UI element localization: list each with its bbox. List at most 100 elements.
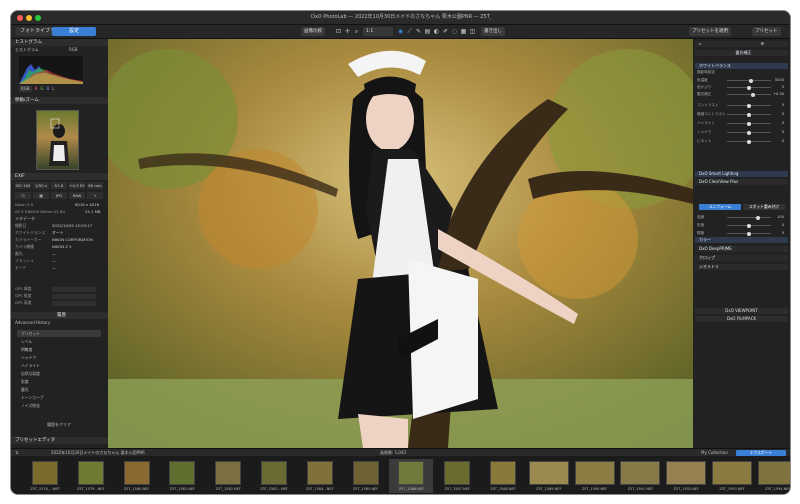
slider-knob[interactable]: [747, 112, 751, 117]
crop-icon[interactable]: ⊡: [335, 28, 342, 35]
smart-lighting-spot-button[interactable]: スポット重み付け: [743, 204, 785, 210]
minimize-window-button[interactable]: [26, 15, 32, 21]
history-item[interactable]: ノイズ除去: [17, 402, 101, 409]
filmstrip-thumbnail[interactable]: Z5T_1592.NEF: [664, 459, 708, 493]
slider-row[interactable]: 強度 100: [697, 215, 786, 220]
history-item[interactable]: レベル: [17, 338, 101, 345]
smart-lighting-uniform-button[interactable]: ユニフォーム: [699, 204, 741, 210]
history-item[interactable]: 自然な彩度: [17, 370, 101, 377]
lasso-icon[interactable]: ◌: [451, 28, 458, 35]
presets-button[interactable]: プリセット: [752, 27, 781, 36]
slider-row[interactable]: ビネット 0: [697, 139, 786, 144]
section-crop[interactable]: クロップ: [695, 255, 788, 261]
clear-history-button[interactable]: 履歴をクリア: [47, 422, 71, 428]
search-icon[interactable]: ⌕: [699, 41, 701, 46]
slider-knob[interactable]: [747, 121, 751, 126]
filmstrip-thumbnail[interactable]: Z5T_1579...NEF: [69, 459, 113, 493]
section-white-balance[interactable]: ホワイトバランス: [695, 63, 788, 69]
move-icon[interactable]: ✛: [344, 28, 351, 35]
channel-g-button[interactable]: G: [40, 86, 43, 92]
history-item[interactable]: 明瞭度: [17, 346, 101, 353]
filmpack-header[interactable]: DxO FILMPACK: [695, 316, 788, 322]
navigator-thumbnail[interactable]: [36, 110, 79, 170]
filmstrip-thumbnail[interactable]: Z5T_1583...NEF: [252, 459, 296, 493]
apply-preset-button[interactable]: プリセットを適用: [689, 27, 731, 36]
history-header[interactable]: 履歴: [11, 312, 108, 319]
slider-track[interactable]: [727, 215, 771, 220]
mask-icon[interactable]: ◐: [433, 28, 440, 35]
slider-track[interactable]: [727, 78, 771, 83]
filmstrip-thumbnail[interactable]: Z5T_1590.NEF: [573, 459, 617, 493]
zoom-icon[interactable]: ⌕: [353, 28, 360, 35]
slider-row[interactable]: 露光補正 +0.30: [697, 92, 786, 97]
slider-knob[interactable]: [747, 103, 751, 108]
channel-rgb-button[interactable]: RGB: [19, 86, 32, 92]
history-item[interactable]: 彩度: [17, 378, 101, 385]
filmstrip-thumbnail[interactable]: Z5T_1585.NEF: [344, 459, 388, 493]
filmstrip-thumbnail[interactable]: Z5T_1593.NEF: [710, 459, 754, 493]
filmstrip-thumbnail[interactable]: Z5T_1578_...NEF: [23, 459, 67, 493]
slider-knob[interactable]: [747, 130, 751, 135]
section-deepprime[interactable]: DxO DeepPRIME: [695, 246, 788, 252]
grid-icon[interactable]: ▦: [460, 28, 467, 35]
channel-b-button[interactable]: B: [47, 86, 50, 92]
slider-track[interactable]: [727, 103, 771, 108]
filmstrip-thumbnail[interactable]: Z5T_1587.NEF: [435, 459, 479, 493]
brush-icon[interactable]: ✎: [415, 28, 422, 35]
slider-knob[interactable]: [755, 215, 760, 220]
filmstrip-thumbnail[interactable]: Z5T_1588.NEF: [481, 459, 525, 493]
straighten-icon[interactable]: ⟋: [406, 28, 413, 35]
filmstrip-thumbnail[interactable]: Z5T_1594.NEF: [756, 459, 790, 493]
slider-row[interactable]: 微細コントラスト 0: [697, 112, 786, 117]
filmstrip-thumbnail[interactable]: Z5T_1591.NEF: [618, 459, 662, 493]
slider-knob[interactable]: [747, 139, 751, 144]
zoom-window-button[interactable]: [35, 15, 41, 21]
filmstrip-thumbnail[interactable]: Z5T_1584...NEF: [298, 459, 342, 493]
filmstrip-thumbnail[interactable]: Z5T_1586.NEF: [389, 459, 434, 493]
exif-header[interactable]: EXIF: [11, 173, 108, 180]
repair-icon[interactable]: ◉: [397, 28, 404, 35]
main-photo-viewer[interactable]: [108, 39, 693, 448]
preset-editor-header[interactable]: プリセットエディタ: [11, 437, 108, 444]
section-smart-lighting[interactable]: DxO Smart Lighting: [695, 171, 788, 177]
slider-track[interactable]: [727, 121, 771, 126]
slider-track[interactable]: [727, 112, 771, 117]
slider-row[interactable]: 彩度 0: [697, 223, 786, 228]
slider-row[interactable]: 色温度 5200: [697, 78, 786, 83]
slider-row[interactable]: コントラスト 0: [697, 103, 786, 108]
slider-row[interactable]: シャドウ 0: [697, 130, 786, 135]
export-button[interactable]: 書き出し: [481, 27, 505, 36]
wb-preset-row[interactable]: 撮影時設定: [697, 70, 786, 75]
slider-knob[interactable]: [749, 78, 754, 83]
slider-track[interactable]: [727, 223, 771, 228]
history-item[interactable]: ハイライト: [17, 362, 101, 369]
filmstrip-thumbnail[interactable]: Z5T_1589.NEF: [527, 459, 571, 493]
gradient-icon[interactable]: ▤: [424, 28, 431, 35]
history-item[interactable]: 露光: [17, 386, 101, 393]
slider-row[interactable]: 色かぶり 0: [697, 85, 786, 90]
histogram-header[interactable]: ヒストグラム: [11, 39, 108, 46]
zoom-select[interactable]: 1:1: [363, 27, 393, 36]
overlay-icon[interactable]: ◫: [469, 28, 476, 35]
slider-track[interactable]: [727, 85, 771, 90]
section-geometry[interactable]: ジオメトリ: [695, 264, 788, 270]
slider-knob[interactable]: [747, 231, 751, 236]
slider-knob[interactable]: [747, 223, 751, 228]
filmstrip-thumbnail[interactable]: Z5T_1582.NEF: [206, 459, 250, 493]
channel-l-button[interactable]: L: [52, 86, 54, 92]
eyedropper-icon[interactable]: ✐: [442, 28, 449, 35]
navigator-header[interactable]: 移動/ズーム: [11, 97, 108, 104]
settings-icon[interactable]: ⚙: [761, 41, 765, 46]
filmstrip-thumbnail[interactable]: Z5T_1581.NEF: [160, 459, 204, 493]
close-window-button[interactable]: [17, 15, 23, 21]
tab-edit[interactable]: 設定: [52, 27, 96, 36]
slider-row[interactable]: 輝度 0: [697, 231, 786, 236]
history-item[interactable]: トーンカーブ: [17, 394, 101, 401]
viewpoint-header[interactable]: DxO VIEWPOINT: [695, 308, 788, 314]
slider-track[interactable]: [727, 130, 771, 135]
channel-r-button[interactable]: R: [35, 86, 38, 92]
section-clearview[interactable]: DxO ClearView Plus: [695, 179, 788, 185]
slider-row[interactable]: ハイライト 0: [697, 121, 786, 126]
compare-button[interactable]: 画像比較: [301, 27, 325, 36]
slider-track[interactable]: [727, 92, 771, 97]
